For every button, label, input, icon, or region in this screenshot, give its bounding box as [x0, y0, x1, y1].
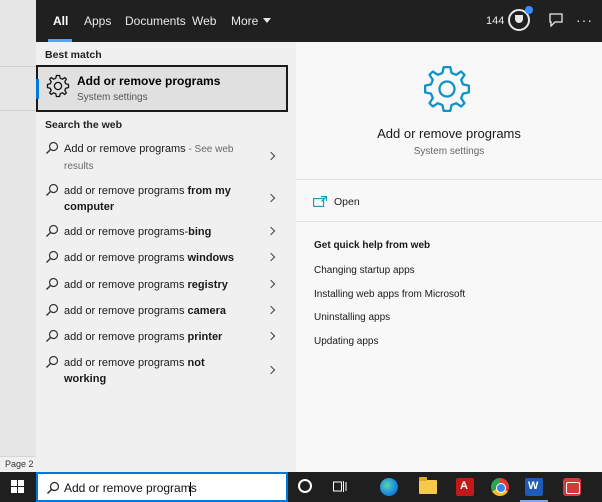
text-caret — [190, 482, 191, 496]
search-icon — [46, 250, 59, 263]
tab-more-label: More — [231, 14, 259, 28]
best-match-subtitle: System settings — [77, 92, 148, 103]
selection-accent — [36, 79, 39, 99]
web-result-text: Add or remove programs - See web results — [64, 143, 234, 172]
search-icon — [47, 481, 60, 494]
results-list: Best match Add or remove programs System… — [36, 42, 294, 472]
background-document — [0, 0, 36, 472]
gear-icon — [46, 74, 70, 98]
web-result-item[interactable]: add or remove programs printer — [36, 329, 288, 347]
web-result-text: add or remove programs windows — [64, 252, 234, 264]
web-result-text: add or remove programs registry — [64, 279, 228, 291]
search-icon — [46, 224, 59, 237]
open-action[interactable]: Open — [296, 182, 602, 222]
document-line — [0, 110, 36, 111]
quick-help-link[interactable]: Installing web apps from Microsoft — [314, 289, 465, 300]
quick-help-link[interactable]: Updating apps — [314, 336, 379, 347]
snipping-tool-icon[interactable] — [563, 478, 581, 496]
web-result-text: add or remove programs camera — [64, 305, 227, 317]
web-result-text: add or remove programs from my computer — [64, 185, 231, 213]
chevron-right-icon — [266, 305, 276, 315]
search-panel: All Apps Documents Web More 144 ··· Best… — [36, 0, 602, 472]
quick-help-heading: Get quick help from web — [314, 240, 431, 251]
web-result-item[interactable]: add or remove programs not working — [36, 355, 288, 389]
web-result-item[interactable]: add or remove programs from my computer — [36, 183, 288, 217]
web-result-item[interactable]: Add or remove programs - See web results — [36, 141, 288, 175]
tab-more[interactable]: More — [231, 14, 272, 28]
cortana-icon[interactable] — [298, 479, 312, 493]
search-icon — [46, 329, 59, 342]
tab-web[interactable]: Web — [192, 14, 216, 28]
search-input[interactable] — [64, 477, 264, 499]
web-result-item[interactable]: add or remove programs-bing — [36, 224, 288, 242]
more-options-button[interactable]: ··· — [576, 12, 593, 28]
feedback-icon[interactable] — [548, 13, 564, 27]
chevron-right-icon — [266, 331, 276, 341]
search-web-heading: Search the web — [45, 119, 123, 131]
document-status-bar: Page 2 o — [0, 456, 41, 472]
search-filter-bar: All Apps Documents Web More 144 ··· — [36, 0, 602, 42]
chevron-right-icon — [266, 193, 276, 203]
search-icon — [46, 355, 59, 368]
chevron-down-icon — [263, 18, 272, 23]
best-match-heading: Best match — [45, 49, 102, 61]
trophy-icon[interactable] — [508, 6, 533, 31]
taskbar-search-box[interactable] — [36, 472, 288, 502]
tab-all[interactable]: All — [53, 14, 68, 28]
chrome-browser-icon[interactable] — [491, 478, 509, 496]
notification-dot — [525, 6, 533, 14]
preview-pane: Add or remove programs System settings O… — [296, 42, 602, 472]
word-app-icon[interactable]: W — [525, 478, 543, 496]
file-explorer-icon[interactable] — [419, 477, 437, 494]
pdf-reader-icon[interactable]: A — [456, 478, 474, 496]
taskbar: A W — [0, 472, 602, 502]
best-match-title: Add or remove programs — [77, 74, 221, 88]
chevron-right-icon — [266, 226, 276, 236]
task-view-icon[interactable] — [333, 480, 347, 493]
search-icon — [46, 277, 59, 290]
web-result-item[interactable]: add or remove programs registry — [36, 277, 288, 295]
web-result-text: add or remove programs-bing — [64, 226, 212, 238]
open-label: Open — [334, 196, 360, 208]
document-line — [0, 66, 36, 67]
gear-icon — [423, 65, 471, 113]
quick-help-link[interactable]: Uninstalling apps — [314, 312, 390, 323]
edge-browser-icon[interactable] — [380, 478, 398, 496]
tab-apps[interactable]: Apps — [84, 14, 111, 28]
tab-documents[interactable]: Documents — [125, 14, 186, 28]
start-button[interactable] — [0, 472, 36, 502]
preview-subtitle: System settings — [413, 146, 485, 157]
search-icon — [46, 183, 59, 196]
web-result-item[interactable]: add or remove programs camera — [36, 303, 288, 321]
chevron-right-icon — [266, 252, 276, 262]
web-result-text: add or remove programs printer — [64, 331, 223, 343]
quick-help-link[interactable]: Changing startup apps — [314, 265, 415, 276]
web-result-text: add or remove programs not working — [64, 357, 205, 385]
windows-logo-icon — [11, 480, 25, 494]
preview-title: Add or remove programs — [377, 126, 521, 141]
chevron-right-icon — [266, 151, 276, 161]
preview-header: Add or remove programs System settings — [296, 42, 602, 180]
web-result-item[interactable]: add or remove programs windows — [36, 250, 288, 268]
rewards-points[interactable]: 144 — [486, 15, 504, 27]
search-icon — [46, 303, 59, 316]
chevron-right-icon — [266, 365, 276, 375]
search-icon — [46, 141, 59, 154]
best-match-item[interactable]: Add or remove programs System settings — [36, 65, 288, 112]
chevron-right-icon — [266, 279, 276, 289]
open-icon — [313, 196, 327, 207]
